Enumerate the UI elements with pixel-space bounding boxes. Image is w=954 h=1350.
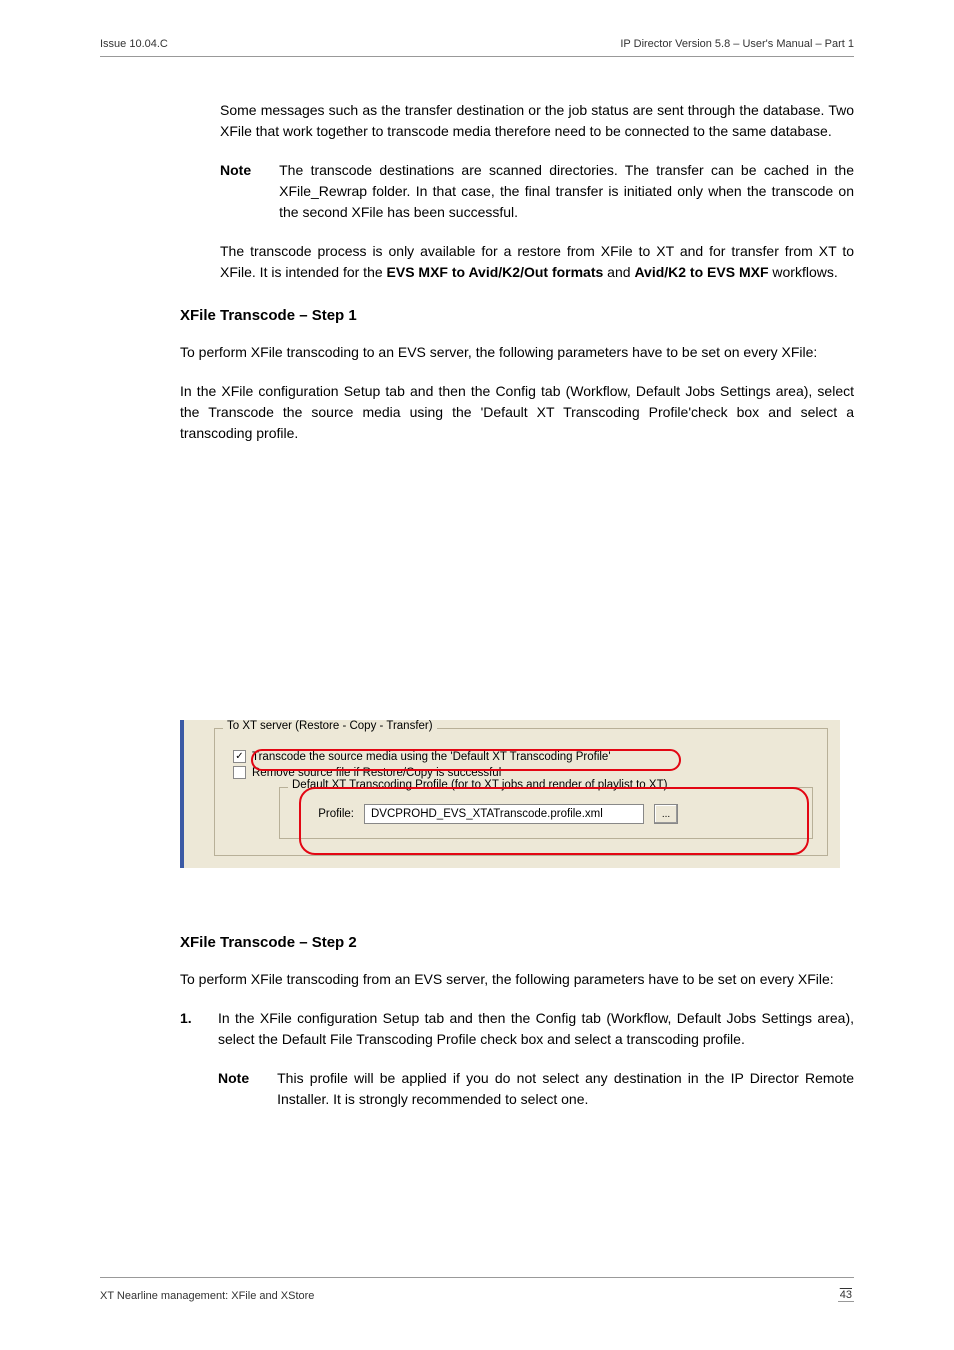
step2-intro: To perform XFile transcoding from an EVS… [180,969,854,990]
paragraph-2: The transcode process is only available … [220,241,854,283]
step2-item1: 1. In the XFile configuration Setup tab … [180,1008,854,1050]
step1-detail: In the XFile configuration Setup tab and… [180,381,854,444]
after-screenshot: XFile Transcode – Step 2 To perform XFil… [180,900,854,1128]
note-1: Note The transcode destinations are scan… [220,160,854,223]
step-number: 1. [180,1008,198,1050]
note-label: Note [220,160,251,223]
profile-row: Profile: DVCPROHD_EVS_XTATranscode.profi… [294,804,798,824]
browse-button[interactable]: ... [654,804,678,824]
step-body: In the XFile configuration Setup tab and… [218,1008,854,1050]
step1-intro: To perform XFile transcoding to an EVS s… [180,342,854,363]
footer-section: XT Nearline management: XFile and XStore [100,1290,314,1302]
step1-title: XFile Transcode – Step 1 [180,305,854,328]
header-product: IP Director Version 5.8 – User's Manual … [620,38,854,50]
fieldset-profile: Default XT Transcoding Profile (for to X… [279,787,813,839]
note-body-2: This profile will be applied if you do n… [277,1068,854,1110]
page-content: Some messages such as the transfer desti… [180,100,854,462]
header-rule [100,56,854,57]
paragraph-1: Some messages such as the transfer desti… [220,100,854,142]
footer-rule [100,1277,854,1278]
header-issue: Issue 10.04.C [100,38,168,50]
footer-page: 43 [838,1289,854,1302]
checkbox-transcode[interactable]: ✓ [233,750,246,763]
checkbox-transcode-label: Transcode the source media using the 'De… [252,751,611,763]
profile-input[interactable]: DVCPROHD_EVS_XTATranscode.profile.xml [364,804,644,824]
checkbox-remove-label: Remove source file if Restore/Copy is su… [252,767,501,779]
profile-label: Profile: [294,808,354,820]
note-label-2: Note [218,1068,249,1110]
checkbox-transcode-row: ✓ Transcode the source media using the '… [233,750,813,763]
fieldset-to-xt: To XT server (Restore - Copy - Transfer)… [214,728,828,856]
checkbox-remove-row: Remove source file if Restore/Copy is su… [233,766,813,779]
note-2: Note This profile will be applied if you… [218,1068,854,1110]
fieldset-legend: To XT server (Restore - Copy - Transfer) [223,720,437,732]
note-body: The transcode destinations are scanned d… [279,160,854,223]
fieldset-profile-legend: Default XT Transcoding Profile (for to X… [288,779,671,791]
checkbox-remove[interactable] [233,766,246,779]
config-screenshot: To XT server (Restore - Copy - Transfer)… [180,720,840,868]
step2-title: XFile Transcode – Step 2 [180,932,854,955]
